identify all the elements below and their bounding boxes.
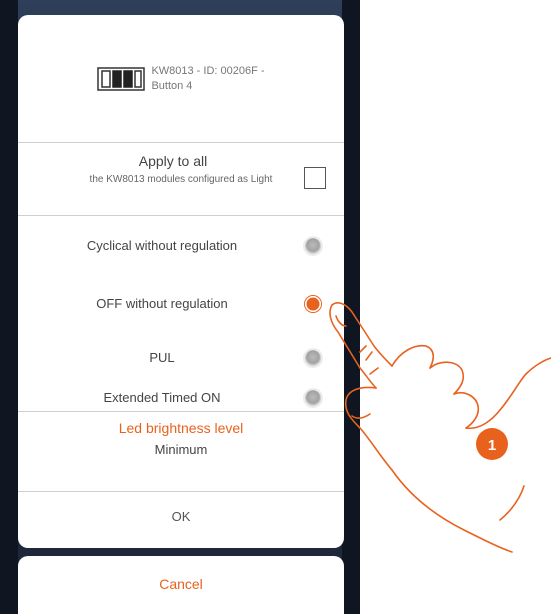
device-label: KW8013 - ID: 00206F - Button 4: [151, 64, 264, 94]
option-pul[interactable]: PUL: [18, 337, 344, 381]
callout-number: 1: [488, 437, 496, 454]
ok-button[interactable]: OK: [18, 491, 344, 548]
settings-dialog: KW8013 - ID: 00206F - Button 4 Apply to …: [18, 15, 344, 548]
device-header: KW8013 - ID: 00206F - Button 4: [18, 15, 344, 143]
apply-to-all-row[interactable]: Apply to all the KW8013 modules configur…: [18, 143, 344, 216]
callout-marker: [476, 428, 508, 460]
apply-to-all-checkbox[interactable]: [304, 167, 326, 189]
apply-to-all-title: Apply to all: [138, 153, 208, 169]
device-button-line: Button 4: [151, 79, 193, 92]
option-label: Cyclical without regulation: [86, 238, 238, 253]
option-cyclical-without-regulation[interactable]: Cyclical without regulation: [18, 225, 344, 269]
option-label: PUL: [149, 350, 175, 365]
apply-to-all-subtitle: the KW8013 modules configured as Light: [89, 174, 273, 185]
option-radio[interactable]: [305, 390, 321, 406]
option-label: Extended Timed ON: [103, 390, 221, 405]
option-extended-timed-on[interactable]: Extended Timed ON: [18, 390, 344, 412]
option-off-without-regulation[interactable]: OFF without regulation: [18, 283, 344, 327]
cancel-button[interactable]: Cancel: [18, 556, 344, 614]
device-id-line: KW8013 - ID: 00206F -: [151, 64, 265, 77]
option-label: OFF without regulation: [96, 296, 228, 311]
led-brightness-row[interactable]: Led brightness level Minimum: [18, 411, 344, 492]
option-radio[interactable]: [305, 238, 321, 254]
led-brightness-title: Led brightness level: [118, 420, 244, 436]
keypad-module-icon: [97, 66, 146, 91]
option-radio[interactable]: [305, 350, 321, 366]
option-radio-selected[interactable]: [305, 296, 321, 312]
led-brightness-value: Minimum: [154, 442, 208, 457]
